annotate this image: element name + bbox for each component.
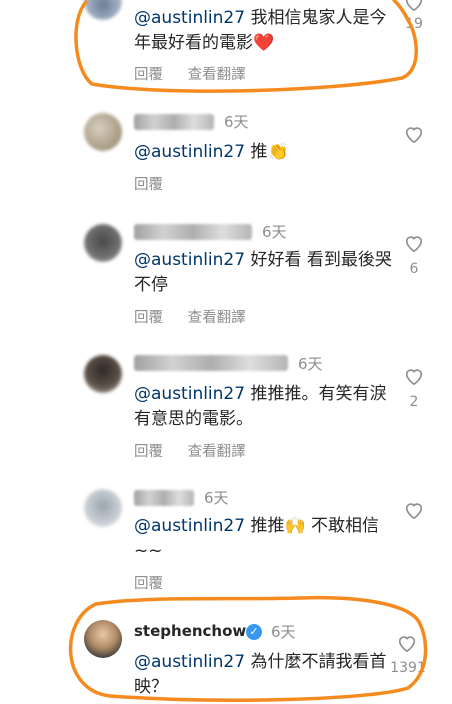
heart-icon[interactable] — [403, 366, 425, 386]
avatar[interactable] — [84, 489, 122, 527]
like-count: 6 — [409, 261, 419, 277]
comment-actions: 回覆 查看翻譯 — [134, 306, 266, 327]
mention-link[interactable]: @austinlin27 — [134, 652, 245, 672]
avatar[interactable] — [84, 355, 122, 393]
mention-link[interactable]: @austinlin27 — [134, 516, 245, 536]
comment-text: @austinlin27 推推推。有笑有淚有意思的電影。 — [134, 382, 394, 432]
comment-text: @austinlin27 推推🙌 不敢相信~~ — [134, 514, 394, 564]
see-translation-button[interactable]: 查看翻譯 — [188, 67, 246, 83]
timestamp: 6天 — [298, 355, 323, 373]
heart-emoji: ❤️ — [253, 33, 275, 53]
username[interactable]: stephenchow — [134, 622, 246, 640]
see-translation-button[interactable]: 查看翻譯 — [188, 444, 246, 460]
clapping-emoji: 👏 — [267, 142, 289, 162]
comment-text-content: 推 — [250, 142, 268, 162]
avatar[interactable] — [84, 224, 122, 262]
comment-actions: 回覆 查看翻譯 — [134, 63, 266, 84]
avatar[interactable] — [84, 620, 122, 658]
reply-button[interactable]: 回覆 — [134, 67, 163, 83]
username-redacted[interactable] — [134, 224, 252, 240]
comment-text: @austinlin27 好好看 看到最後哭不停 — [134, 248, 394, 298]
like-count: 1391 — [390, 660, 426, 676]
reply-button[interactable]: 回覆 — [134, 310, 163, 326]
comment-text: @austinlin27 為什麼不請我看首映？ — [134, 650, 394, 700]
comment-text: @austinlin27 推👏 — [134, 140, 394, 165]
comment-text-content: 推推 — [250, 516, 285, 536]
mention-link[interactable]: @austinlin27 — [134, 8, 245, 28]
avatar[interactable] — [84, 0, 122, 20]
mention-link[interactable]: @austinlin27 — [134, 142, 245, 162]
like-count: 2 — [409, 394, 419, 410]
verified-badge-icon: ✓ — [246, 624, 262, 640]
reply-button[interactable]: 回覆 — [134, 177, 163, 193]
raising-hands-emoji: 🙌 — [284, 516, 306, 536]
reply-button[interactable]: 回覆 — [134, 576, 163, 592]
timestamp: 6天 — [204, 489, 229, 507]
comment-text: @austinlin27 我相信鬼家人是今年最好看的電影❤️ — [134, 6, 394, 56]
comment-actions: 回覆 — [134, 173, 183, 194]
heart-icon[interactable] — [396, 633, 418, 653]
reply-button[interactable]: 回覆 — [134, 444, 163, 460]
timestamp: 6天 — [271, 623, 296, 641]
username-redacted[interactable] — [134, 114, 214, 130]
mention-link[interactable]: @austinlin27 — [134, 384, 245, 404]
heart-icon[interactable] — [403, 0, 425, 12]
username-redacted[interactable] — [134, 490, 194, 506]
like-count: 19 — [405, 16, 423, 32]
heart-icon[interactable] — [403, 124, 425, 144]
comment-actions: 回覆 — [134, 572, 183, 593]
heart-icon[interactable] — [403, 500, 425, 520]
timestamp: 6天 — [224, 113, 249, 131]
mention-link[interactable]: @austinlin27 — [134, 250, 245, 270]
see-translation-button[interactable]: 查看翻譯 — [188, 310, 246, 326]
annotation-circle — [68, 0, 428, 702]
timestamp: 6天 — [262, 223, 287, 241]
comment-actions: 回覆 查看翻譯 — [134, 440, 266, 461]
username-redacted[interactable] — [134, 355, 288, 371]
avatar[interactable] — [84, 113, 122, 151]
heart-icon[interactable] — [403, 233, 425, 253]
